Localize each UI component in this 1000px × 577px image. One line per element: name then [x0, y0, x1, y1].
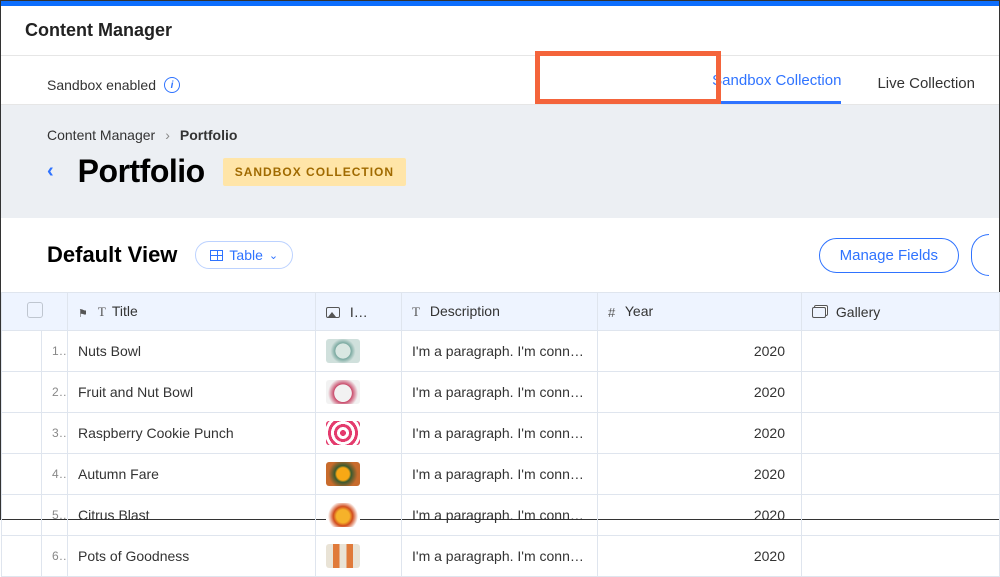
cell-description[interactable]: I'm a paragraph. I'm conn…: [402, 536, 598, 577]
text-type-icon: [412, 303, 420, 320]
column-title-label: Title: [112, 303, 138, 319]
manage-fields-button[interactable]: Manage Fields: [819, 238, 959, 273]
cell-description[interactable]: I'm a paragraph. I'm conn…: [402, 331, 598, 372]
cell-gallery[interactable]: [802, 495, 1000, 536]
page-title: Portfolio: [78, 153, 205, 190]
table-row[interactable]: 6 Pots of Goodness I'm a paragraph. I'm …: [2, 536, 1000, 577]
select-all-header[interactable]: [2, 293, 68, 331]
row-index: 5: [42, 495, 68, 536]
row-select[interactable]: [2, 536, 42, 577]
chevron-down-icon: ⌄: [269, 249, 278, 262]
row-index: 1: [42, 331, 68, 372]
table-row[interactable]: 2 Fruit and Nut Bowl I'm a paragraph. I'…: [2, 372, 1000, 413]
row-index: 6: [42, 536, 68, 577]
sandbox-badge: SANDBOX COLLECTION: [223, 158, 406, 186]
pin-icon: [78, 304, 92, 320]
column-description-label: Description: [430, 303, 500, 319]
row-index: 2: [42, 372, 68, 413]
view-mode-label: Table: [229, 247, 262, 263]
view-name: Default View: [47, 242, 177, 268]
table-header-row: Title I… Description Year Gallery: [2, 293, 1000, 331]
cell-title[interactable]: Nuts Bowl: [68, 331, 316, 372]
cell-year[interactable]: 2020: [598, 372, 802, 413]
cell-image[interactable]: [316, 372, 402, 413]
cell-image[interactable]: [316, 413, 402, 454]
column-gallery-label: Gallery: [836, 304, 880, 320]
image-type-icon: [326, 307, 340, 318]
breadcrumb: Content Manager › Portfolio: [47, 127, 975, 143]
column-year[interactable]: Year: [598, 293, 802, 331]
column-year-label: Year: [625, 303, 653, 319]
cell-gallery[interactable]: [802, 454, 1000, 495]
cell-title[interactable]: Fruit and Nut Bowl: [68, 372, 316, 413]
cell-gallery[interactable]: [802, 413, 1000, 454]
partial-button[interactable]: [971, 234, 989, 276]
row-select[interactable]: [2, 331, 42, 372]
column-title[interactable]: Title: [68, 293, 316, 331]
cell-image[interactable]: [316, 331, 402, 372]
table-icon: [210, 250, 223, 261]
thumbnail: [326, 503, 360, 527]
gallery-type-icon: [812, 307, 826, 318]
thumbnail: [326, 421, 360, 445]
cell-description[interactable]: I'm a paragraph. I'm conn…: [402, 372, 598, 413]
chevron-right-icon: ›: [165, 127, 170, 143]
table-row[interactable]: 1 Nuts Bowl I'm a paragraph. I'm conn… 2…: [2, 331, 1000, 372]
text-type-icon: [98, 303, 106, 320]
sandbox-enabled-label: Sandbox enabled: [47, 77, 156, 93]
tab-sandbox-collection[interactable]: Sandbox Collection: [712, 72, 841, 104]
cell-gallery[interactable]: [802, 331, 1000, 372]
tab-live-collection[interactable]: Live Collection: [877, 75, 975, 104]
view-mode-select[interactable]: Table ⌄: [195, 241, 293, 269]
breadcrumb-root[interactable]: Content Manager: [47, 127, 155, 143]
cell-description[interactable]: I'm a paragraph. I'm conn…: [402, 413, 598, 454]
cell-image[interactable]: [316, 536, 402, 577]
column-description[interactable]: Description: [402, 293, 598, 331]
back-icon[interactable]: ‹: [47, 160, 54, 183]
row-index: 3: [42, 413, 68, 454]
view-toolbar: Default View Table ⌄ Manage Fields: [1, 218, 999, 292]
sandbox-bar: Sandbox enabled i Sandbox Collection Liv…: [1, 55, 999, 105]
checkbox-icon[interactable]: [27, 302, 43, 318]
cell-year[interactable]: 2020: [598, 536, 802, 577]
cell-description[interactable]: I'm a paragraph. I'm conn…: [402, 454, 598, 495]
column-gallery[interactable]: Gallery: [802, 293, 1000, 331]
thumbnail: [326, 339, 360, 363]
thumbnail: [326, 544, 360, 568]
cell-gallery[interactable]: [802, 536, 1000, 577]
cell-year[interactable]: 2020: [598, 413, 802, 454]
breadcrumb-current: Portfolio: [180, 127, 238, 143]
info-icon[interactable]: i: [164, 77, 180, 93]
cell-year[interactable]: 2020: [598, 454, 802, 495]
cell-image[interactable]: [316, 454, 402, 495]
column-image-label: I…: [350, 304, 368, 320]
table-row[interactable]: 5 Citrus Blast I'm a paragraph. I'm conn…: [2, 495, 1000, 536]
app-title: Content Manager: [1, 6, 999, 55]
data-table: Title I… Description Year Gallery 1 Nuts…: [1, 292, 1000, 577]
thumbnail: [326, 462, 360, 486]
row-select[interactable]: [2, 454, 42, 495]
table-row[interactable]: 3 Raspberry Cookie Punch I'm a paragraph…: [2, 413, 1000, 454]
table-row[interactable]: 4 Autumn Fare I'm a paragraph. I'm conn……: [2, 454, 1000, 495]
row-index: 4: [42, 454, 68, 495]
column-image[interactable]: I…: [316, 293, 402, 331]
cell-title[interactable]: Autumn Fare: [68, 454, 316, 495]
cell-description[interactable]: I'm a paragraph. I'm conn…: [402, 495, 598, 536]
row-select[interactable]: [2, 413, 42, 454]
page-header-panel: Content Manager › Portfolio ‹ Portfolio …: [1, 105, 999, 218]
cell-title[interactable]: Pots of Goodness: [68, 536, 316, 577]
cell-title[interactable]: Raspberry Cookie Punch: [68, 413, 316, 454]
cell-gallery[interactable]: [802, 372, 1000, 413]
row-select[interactable]: [2, 495, 42, 536]
number-type-icon: [608, 304, 615, 320]
cell-title[interactable]: Citrus Blast: [68, 495, 316, 536]
cell-year[interactable]: 2020: [598, 495, 802, 536]
row-select[interactable]: [2, 372, 42, 413]
cell-year[interactable]: 2020: [598, 331, 802, 372]
cell-image[interactable]: [316, 495, 402, 536]
collection-tabs: Sandbox Collection Live Collection: [712, 66, 975, 104]
thumbnail: [326, 380, 360, 404]
